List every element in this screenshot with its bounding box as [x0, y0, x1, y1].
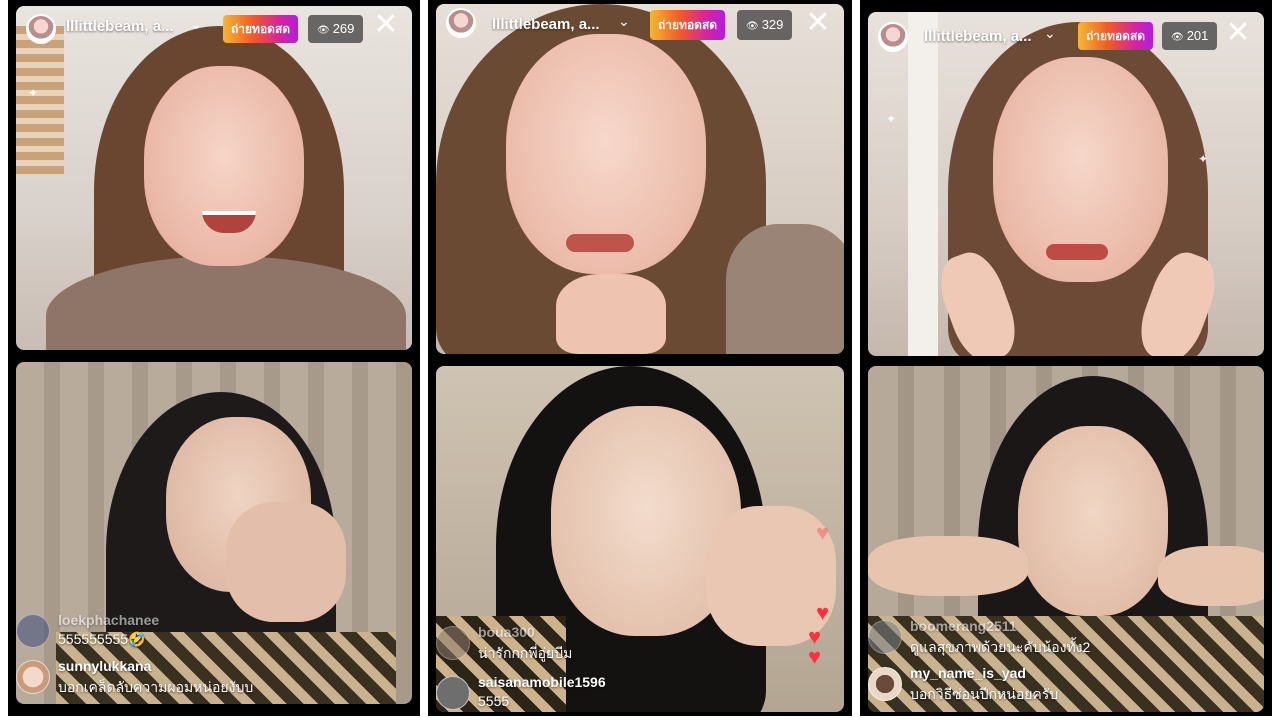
viewer-count-badge[interactable]: 👁 201 — [1162, 22, 1218, 50]
live-panel-2: lllittlebeam, a... ⌄ ถ่ายทอดสด 👁 329 ✕ ♥ … — [428, 0, 852, 716]
chevron-down-icon[interactable]: ⌄ — [1044, 25, 1056, 42]
sparkle-effect: ✦ — [886, 112, 897, 126]
host-username[interactable]: lllittlebeam, a... — [66, 18, 174, 35]
comment-username[interactable]: sunnylukkana — [58, 658, 151, 674]
comment-text: น่ารักกกพี่อู่ยบีม — [478, 645, 573, 661]
eye-icon: 👁 — [1171, 32, 1184, 43]
comment-text: บอกเคล็ดลับความผอมหน่อยงับบ — [58, 679, 254, 695]
live-header: lllittlebeam, a... ⌄ ถ่ายทอดสด 👁 329 ✕ — [428, 0, 852, 52]
host-video: ✦ ✦ — [868, 12, 1264, 356]
comment-item: my_name_is_yad บอกวิธีซ่อนปีกหน่อยครับ — [868, 665, 1264, 705]
live-badge: ถ่ายทอดสด — [223, 15, 299, 43]
comment-text: บอกวิธีซ่อนปีกหน่อยครับ — [910, 686, 1059, 702]
comment-item: loekphachanee 555555555🤣 — [16, 612, 412, 652]
close-icon[interactable]: ✕ — [1224, 18, 1252, 48]
live-header: lllittlebeam, a... ⌄ ถ่ายทอดสด 👁 269 ✕ — [8, 0, 420, 52]
close-icon[interactable]: ✕ — [372, 10, 400, 40]
comment-item: saisanamobile1596 5555 — [436, 674, 844, 714]
comment-username[interactable]: loekphachanee — [58, 612, 159, 628]
eye-icon: 👁 — [317, 25, 330, 36]
host-username[interactable]: lllittlebeam, a... — [492, 16, 600, 33]
comment-text: 555555555🤣 — [58, 631, 146, 647]
commenter-avatar[interactable] — [436, 626, 470, 660]
live-badge: ถ่ายทอดสด — [650, 10, 726, 40]
live-panel-1: ✦ lllittlebeam, a... ⌄ ถ่ายทอดสด 👁 269 ✕ … — [8, 0, 420, 716]
viewer-count: 201 — [1186, 28, 1209, 43]
comment-username[interactable]: boomerang2511 — [910, 618, 1017, 634]
host-username[interactable]: lllittlebeam, a... — [924, 28, 1032, 45]
chevron-down-icon[interactable]: ⌄ — [190, 16, 202, 33]
commenter-avatar[interactable] — [868, 620, 902, 654]
guest-video — [868, 366, 1264, 712]
comment-item: sunnylukkana บอกเคล็ดลับความผอมหน่อยงับบ — [16, 658, 412, 698]
viewer-count-badge[interactable]: 👁 329 — [737, 10, 793, 40]
comment-username[interactable]: saisanamobile1596 — [478, 674, 606, 690]
sparkle-effect: ✦ — [1198, 152, 1209, 166]
host-avatar[interactable] — [446, 8, 476, 38]
live-panel-3: ✦ ✦ lllittlebeam, a... ⌄ ถ่ายทอดสด 👁 201 … — [860, 0, 1272, 716]
comment-text: ดูแลสุขภาพด้วยนะคับน้องทั้ง2 — [910, 639, 1091, 655]
heart-icon: ♥ — [816, 520, 830, 545]
sparkle-effect: ✦ — [28, 86, 39, 100]
comment-item: boua300 น่ารักกกพี่อู่ยบีม — [436, 624, 844, 664]
commenter-avatar[interactable] — [16, 614, 50, 648]
live-header: lllittlebeam, a... ⌄ ถ่ายทอดสด 👁 201 ✕ — [860, 0, 1272, 52]
comment-text: 5555 — [478, 693, 510, 709]
commenter-avatar[interactable] — [436, 676, 470, 710]
guest-video — [16, 362, 412, 704]
chevron-down-icon[interactable]: ⌄ — [618, 13, 630, 30]
host-avatar[interactable] — [878, 22, 908, 52]
live-badge: ถ่ายทอดสด — [1078, 22, 1154, 50]
viewer-count: 269 — [332, 21, 355, 36]
host-video — [436, 4, 844, 354]
commenter-avatar[interactable] — [16, 660, 50, 694]
heart-icon: ♥ — [816, 600, 830, 625]
commenter-avatar[interactable] — [868, 667, 902, 701]
close-icon[interactable]: ✕ — [804, 8, 832, 38]
comment-username[interactable]: my_name_is_yad — [910, 665, 1026, 681]
comment-item: boomerang2511 ดูแลสุขภาพด้วยนะคับน้องทั้… — [868, 618, 1264, 658]
host-avatar[interactable] — [26, 14, 56, 44]
comment-username[interactable]: boua300 — [478, 624, 535, 640]
viewer-count-badge[interactable]: 👁 269 — [308, 15, 364, 43]
eye-icon: 👁 — [746, 21, 759, 32]
host-video: ✦ — [16, 6, 412, 350]
viewer-count: 329 — [761, 17, 784, 32]
